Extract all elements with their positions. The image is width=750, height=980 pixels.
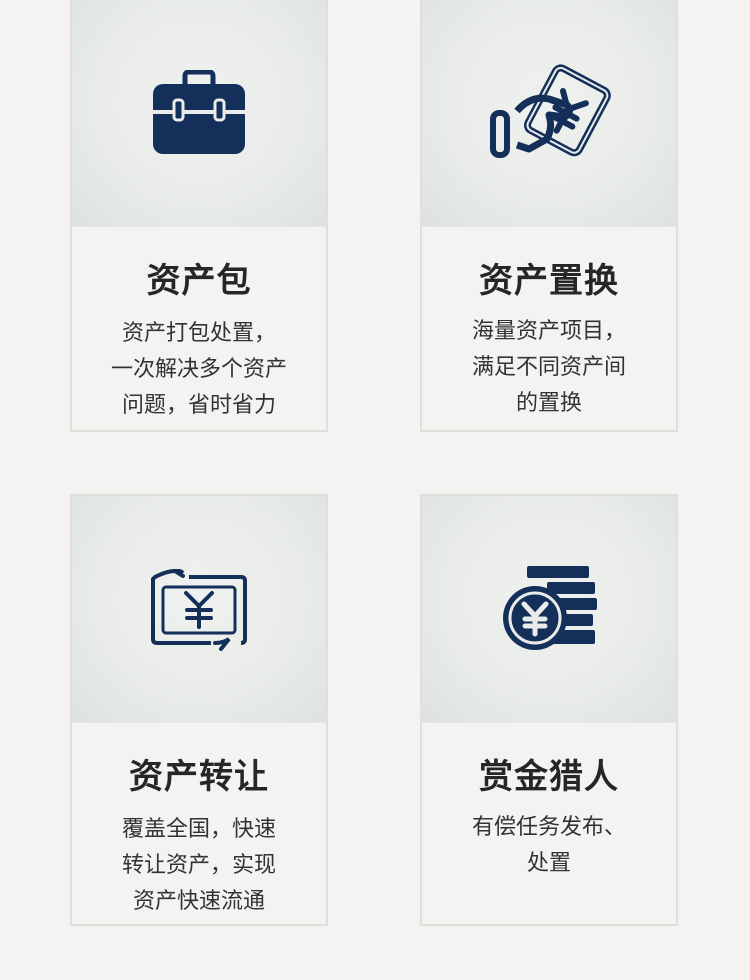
card-title: 资产转让 bbox=[129, 757, 269, 797]
card-description: 覆盖全国，快速 转让资产，实现 资产快速流通 bbox=[72, 812, 326, 920]
description-line: 处置 bbox=[526, 851, 571, 876]
description-line: 有偿任务发布、 bbox=[471, 815, 626, 840]
card-title: 资产包 bbox=[146, 261, 252, 301]
description-line: 的置换 bbox=[515, 391, 582, 416]
description-line: 覆盖全国，快速 bbox=[121, 817, 276, 842]
card-icon-area bbox=[422, 496, 676, 723]
card-asset-exchange[interactable]: 资产置换 海量资产项目， 满足不同资产间 的置换 bbox=[420, 0, 678, 432]
briefcase-icon bbox=[153, 70, 245, 154]
description-line: 资产快速流通 bbox=[132, 889, 265, 914]
card-description: 有偿任务发布、 处置 bbox=[422, 810, 676, 882]
card-icon-area bbox=[72, 496, 326, 723]
card-icon-area bbox=[72, 0, 326, 227]
hand-yuan-card-icon bbox=[490, 64, 611, 158]
card-bounty-hunter[interactable]: 赏金猎人 有偿任务发布、 处置 bbox=[420, 494, 678, 926]
card-title: 赏金猎人 bbox=[479, 757, 619, 797]
description-line: 问题，省时省力 bbox=[121, 393, 276, 418]
card-description: 资产打包处置， 一次解决多个资产 问题，省时省力 bbox=[72, 316, 326, 424]
card-asset-package[interactable]: 资产包 资产打包处置， 一次解决多个资产 问题，省时省力 bbox=[70, 0, 328, 432]
card-icon-area bbox=[422, 0, 676, 227]
description-line: 满足不同资产间 bbox=[471, 355, 626, 380]
card-asset-transfer[interactable]: 资产转让 覆盖全国，快速 转让资产，实现 资产快速流通 bbox=[70, 494, 328, 926]
card-title: 资产置换 bbox=[479, 261, 619, 301]
yuan-coin-stack-icon bbox=[503, 566, 597, 650]
description-line: 一次解决多个资产 bbox=[110, 357, 287, 382]
description-line: 资产打包处置， bbox=[121, 321, 276, 346]
yuan-transfer-icon bbox=[151, 569, 247, 651]
description-line: 海量资产项目， bbox=[471, 319, 626, 344]
description-line: 转让资产，实现 bbox=[121, 853, 276, 878]
card-description: 海量资产项目， 满足不同资产间 的置换 bbox=[422, 314, 676, 422]
